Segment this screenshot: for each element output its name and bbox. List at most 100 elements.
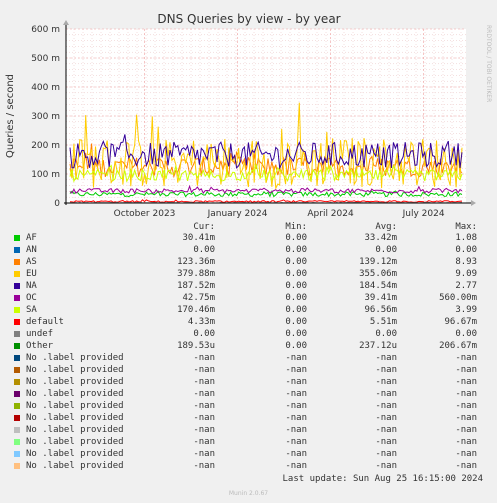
- watermark: RRDTOOL / TOBI OETIKER: [485, 25, 492, 102]
- munin-version: Munin 2.0.67: [228, 490, 269, 497]
- legend-row: No .label provided -nan -nan -nan -nan: [0, 376, 497, 388]
- legend-min: 0.00: [285, 257, 307, 267]
- legend-swatch: [14, 295, 20, 301]
- y-ticks: 0 100 m 200 m 300 m 400 m 500 m 600 m: [31, 25, 60, 209]
- legend-row: No .label provided -nan -nan -nan -nan: [0, 424, 497, 436]
- legend-row: No .label provided -nan -nan -nan -nan: [0, 400, 497, 412]
- legend-max: -nan: [455, 461, 477, 471]
- legend-cur: 42.75m: [182, 293, 215, 303]
- legend-label: No .label provided: [26, 389, 124, 399]
- legend-swatch: [14, 463, 20, 469]
- legend-max: -nan: [455, 437, 477, 447]
- legend-max: -nan: [455, 401, 477, 411]
- legend-avg: -nan: [375, 401, 397, 411]
- legend-avg: 5.51m: [369, 317, 397, 327]
- legend-row: No .label provided -nan -nan -nan -nan: [0, 388, 497, 400]
- legend-min: -nan: [285, 377, 307, 387]
- legend-avg: 96.56m: [364, 305, 397, 315]
- legend-min: -nan: [285, 425, 307, 435]
- legend-max: -nan: [455, 449, 477, 459]
- legend-max: 8.93: [455, 257, 477, 267]
- legend-row: undef 0.00 0.00 0.00 0.00: [0, 328, 497, 340]
- legend-label: No .label provided: [26, 413, 124, 423]
- legend-label: No .label provided: [26, 449, 124, 459]
- legend-avg: 33.42m: [364, 233, 397, 243]
- legend-label: No .label provided: [26, 353, 124, 363]
- legend-swatch: [14, 367, 20, 373]
- munin-graph: DNS Queries by view - by year Queries / …: [0, 0, 497, 503]
- legend-row: Other 189.53u 0.00 237.12u 206.67m: [0, 340, 497, 352]
- legend-cur: 4.33m: [187, 317, 215, 327]
- legend-cur: -nan: [193, 437, 215, 447]
- x-axis-arrow: [471, 200, 476, 206]
- y-tick-label: 600 m: [31, 25, 60, 35]
- chart-area: DNS Queries by view - by year Queries / …: [5, 12, 492, 219]
- legend-swatch: [14, 415, 20, 421]
- header-min: Min:: [285, 222, 307, 232]
- y-tick-label: 200 m: [31, 141, 60, 151]
- legend-avg: -nan: [375, 437, 397, 447]
- legend-swatch: [14, 247, 20, 253]
- legend-min: -nan: [285, 353, 307, 363]
- legend-max: 206.67m: [439, 341, 477, 351]
- x-ticks: October 2023 January 2024 April 2024 July 2…: [114, 209, 445, 219]
- legend-swatch: [14, 355, 20, 361]
- legend-label: NA: [26, 281, 37, 291]
- y-axis-label: Queries / second: [5, 74, 16, 158]
- legend-cur: -nan: [193, 377, 215, 387]
- legend-label: Other: [26, 341, 54, 351]
- legend-cur: -nan: [193, 413, 215, 423]
- legend-row: No .label provided -nan -nan -nan -nan: [0, 448, 497, 460]
- legend-avg: 0.00: [375, 329, 397, 339]
- y-tick-label: 300 m: [31, 112, 60, 122]
- legend-cur: -nan: [193, 365, 215, 375]
- legend-cur: 0.00: [193, 329, 215, 339]
- y-tick-label: 500 m: [31, 54, 60, 64]
- y-axis-arrow: [63, 20, 69, 25]
- legend-cur: -nan: [193, 449, 215, 459]
- legend-avg: 184.54m: [359, 281, 397, 291]
- header-cur: Cur:: [193, 222, 215, 232]
- legend-cur: 379.88m: [177, 269, 215, 279]
- legend-cur: -nan: [193, 389, 215, 399]
- x-tick-label: April 2024: [307, 209, 354, 219]
- legend-label: No .label provided: [26, 437, 124, 447]
- y-tick-label: 0: [54, 199, 60, 209]
- legend-label: AF: [26, 233, 37, 243]
- legend-avg: 39.41m: [364, 293, 397, 303]
- legend-max: 2.77: [455, 281, 477, 291]
- legend-row: EU 379.88m 0.00 355.06m 9.09: [0, 268, 497, 280]
- legend-avg: -nan: [375, 425, 397, 435]
- legend-label: SA: [26, 305, 37, 315]
- legend-row: NA 187.52m 0.00 184.54m 2.77: [0, 280, 497, 292]
- legend-avg: -nan: [375, 365, 397, 375]
- legend-avg: -nan: [375, 353, 397, 363]
- legend-avg: 139.12m: [359, 257, 397, 267]
- x-tick-label: October 2023: [114, 209, 176, 219]
- legend-cur: -nan: [193, 425, 215, 435]
- legend-swatch: [14, 319, 20, 325]
- legend-max: -nan: [455, 365, 477, 375]
- legend-min: 0.00: [285, 245, 307, 255]
- legend-avg: -nan: [375, 461, 397, 471]
- legend-max: 0.00: [455, 329, 477, 339]
- legend-cur: 189.53u: [177, 341, 215, 351]
- legend-min: -nan: [285, 389, 307, 399]
- legend-swatch: [14, 439, 20, 445]
- legend-min: 0.00: [285, 293, 307, 303]
- legend-row: AS 123.36m 0.00 139.12m 8.93: [0, 256, 497, 268]
- legend-max: 96.67m: [444, 317, 477, 327]
- legend-row: OC 42.75m 0.00 39.41m 560.00m: [0, 292, 497, 304]
- legend-min: 0.00: [285, 341, 307, 351]
- legend-cur: 123.36m: [177, 257, 215, 267]
- legend-swatch: [14, 331, 20, 337]
- legend-min: 0.00: [285, 233, 307, 243]
- legend-max: -nan: [455, 425, 477, 435]
- legend-max: 0.00: [455, 245, 477, 255]
- legend-row: No .label provided -nan -nan -nan -nan: [0, 436, 497, 448]
- legend-label: EU: [26, 269, 37, 279]
- last-update: Last update: Sun Aug 25 16:15:00 2024: [282, 474, 483, 484]
- legend-min: -nan: [285, 365, 307, 375]
- y-tick-label: 400 m: [31, 83, 60, 93]
- legend-row: No .label provided -nan -nan -nan -nan: [0, 364, 497, 376]
